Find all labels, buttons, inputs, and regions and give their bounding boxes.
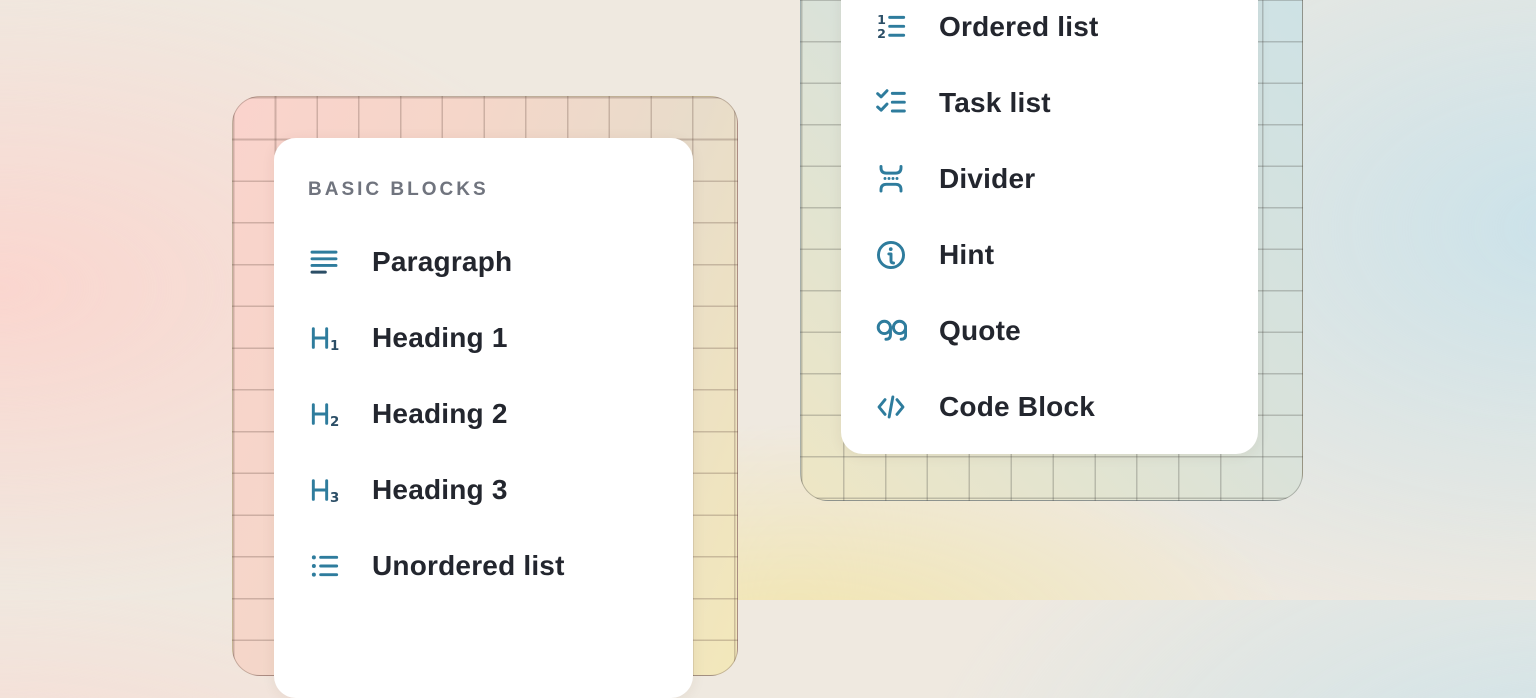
menu-item-heading-3[interactable]: 3 Heading 3 <box>274 452 693 528</box>
menu-item-label: Divider <box>939 163 1035 195</box>
menu-item-divider[interactable]: Divider <box>841 141 1258 217</box>
menu-item-paragraph[interactable]: Paragraph <box>274 224 693 300</box>
code-block-icon <box>875 391 907 423</box>
task-list-icon <box>875 87 907 119</box>
svg-text:2: 2 <box>877 26 886 41</box>
hint-icon <box>875 239 907 271</box>
svg-text:1: 1 <box>330 339 339 354</box>
ordered-list-icon: 1 2 <box>875 11 907 43</box>
menu-item-label: Task list <box>939 87 1051 119</box>
menu-item-heading-2[interactable]: 2 Heading 2 <box>274 376 693 452</box>
menu-item-label: Heading 1 <box>372 322 508 354</box>
menu-item-unordered-list[interactable]: Unordered list <box>274 528 693 604</box>
menu-item-label: Paragraph <box>372 246 512 278</box>
menu-item-label: Unordered list <box>372 550 565 582</box>
menu-item-label: Heading 3 <box>372 474 508 506</box>
menu-item-label: Quote <box>939 315 1021 347</box>
quote-icon <box>875 315 907 347</box>
section-title: BASIC BLOCKS <box>308 178 693 202</box>
block-menu-basic: BASIC BLOCKS Paragraph 1 Heading 1 2 Hea… <box>274 138 693 698</box>
svg-text:3: 3 <box>330 491 339 506</box>
svg-text:1: 1 <box>877 12 886 27</box>
menu-item-label: Ordered list <box>939 11 1099 43</box>
heading-2-icon: 2 <box>308 398 340 430</box>
svg-text:2: 2 <box>330 415 339 430</box>
menu-item-task-list[interactable]: Task list <box>841 65 1258 141</box>
divider-icon <box>875 163 907 195</box>
menu-item-label: Code Block <box>939 391 1095 423</box>
paragraph-icon <box>308 246 340 278</box>
menu-item-label: Heading 2 <box>372 398 508 430</box>
page-background: { "colors": { "icon_teal": "#2e7c9d", "i… <box>0 0 1536 600</box>
heading-1-icon: 1 <box>308 322 340 354</box>
heading-3-icon: 3 <box>308 474 340 506</box>
menu-item-heading-1[interactable]: 1 Heading 1 <box>274 300 693 376</box>
menu-item-hint[interactable]: Hint <box>841 217 1258 293</box>
menu-item-code-block[interactable]: Code Block <box>841 369 1258 445</box>
block-menu-secondary: 1 2 Ordered list Task list <box>841 0 1258 454</box>
unordered-list-icon <box>308 550 340 582</box>
menu-item-quote[interactable]: Quote <box>841 293 1258 369</box>
menu-item-label: Hint <box>939 239 994 271</box>
menu-item-ordered-list[interactable]: 1 2 Ordered list <box>841 0 1258 65</box>
